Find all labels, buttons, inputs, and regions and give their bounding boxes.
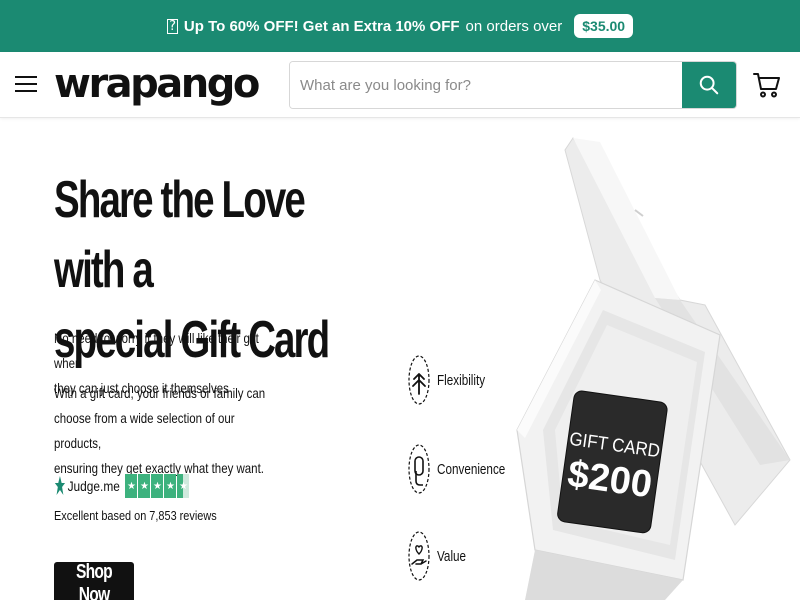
- search-input[interactable]: [290, 62, 682, 108]
- gift-card-box-image: GIFT CARD $200: [516, 137, 791, 600]
- reviews-brand: Judge.me: [67, 478, 120, 494]
- description-line: With a gift card, your friends or family…: [54, 385, 266, 401]
- feature-label: Convenience: [437, 460, 506, 478]
- feature-label: Value: [437, 547, 467, 565]
- hand-heart-icon: [408, 531, 430, 581]
- star-icon: ★: [151, 474, 164, 498]
- cart-icon: [753, 73, 780, 98]
- arrows-icon: [408, 355, 430, 405]
- hero-title-line: Share the Love with a: [54, 171, 306, 299]
- feature-label: Flexibility: [437, 371, 486, 389]
- reviews-caption: Excellent based on 7,853 reviews: [54, 508, 217, 523]
- shop-now-label: Shop Now: [76, 561, 113, 600]
- hero-description: With a gift card, your friends or family…: [54, 381, 275, 481]
- feature-flexibility: Flexibility: [407, 354, 499, 406]
- announcement-bar: ? Up To 60% OFF! Get an Extra 10% OFF on…: [0, 0, 800, 52]
- search-button[interactable]: [682, 62, 736, 108]
- search-bar: [289, 61, 737, 109]
- gift-icon: ?: [166, 18, 178, 34]
- star-icon: ★: [138, 474, 151, 498]
- reviews-badge[interactable]: Judge.me ★ ★ ★ ★ ★: [54, 474, 190, 498]
- promo-suffix: on orders over: [465, 17, 563, 35]
- rating-stars: ★ ★ ★ ★ ★: [125, 474, 190, 498]
- site-header: wrapango: [0, 52, 800, 118]
- judgeme-logo: Judge.me: [54, 475, 120, 497]
- site-logo[interactable]: wrapango: [54, 60, 260, 108]
- description-line: choose from a wide selection of our prod…: [54, 410, 235, 451]
- star-icon: ★: [125, 474, 138, 498]
- promo-threshold-badge: $35.00: [574, 14, 634, 38]
- cart-button[interactable]: [753, 72, 781, 98]
- menu-icon[interactable]: [15, 76, 37, 92]
- star-icon: ★: [164, 474, 177, 498]
- promo-headline: Up To 60% OFF! Get an Extra 10% OFF: [183, 17, 460, 35]
- feature-value: Value: [407, 530, 474, 582]
- star-icon: ★: [177, 474, 190, 498]
- description-line: No need to worry if they will like their…: [54, 330, 259, 371]
- touch-icon: [408, 444, 430, 494]
- shop-now-button[interactable]: Shop Now: [54, 561, 134, 600]
- search-icon: [699, 75, 719, 95]
- star-icon: [54, 476, 66, 495]
